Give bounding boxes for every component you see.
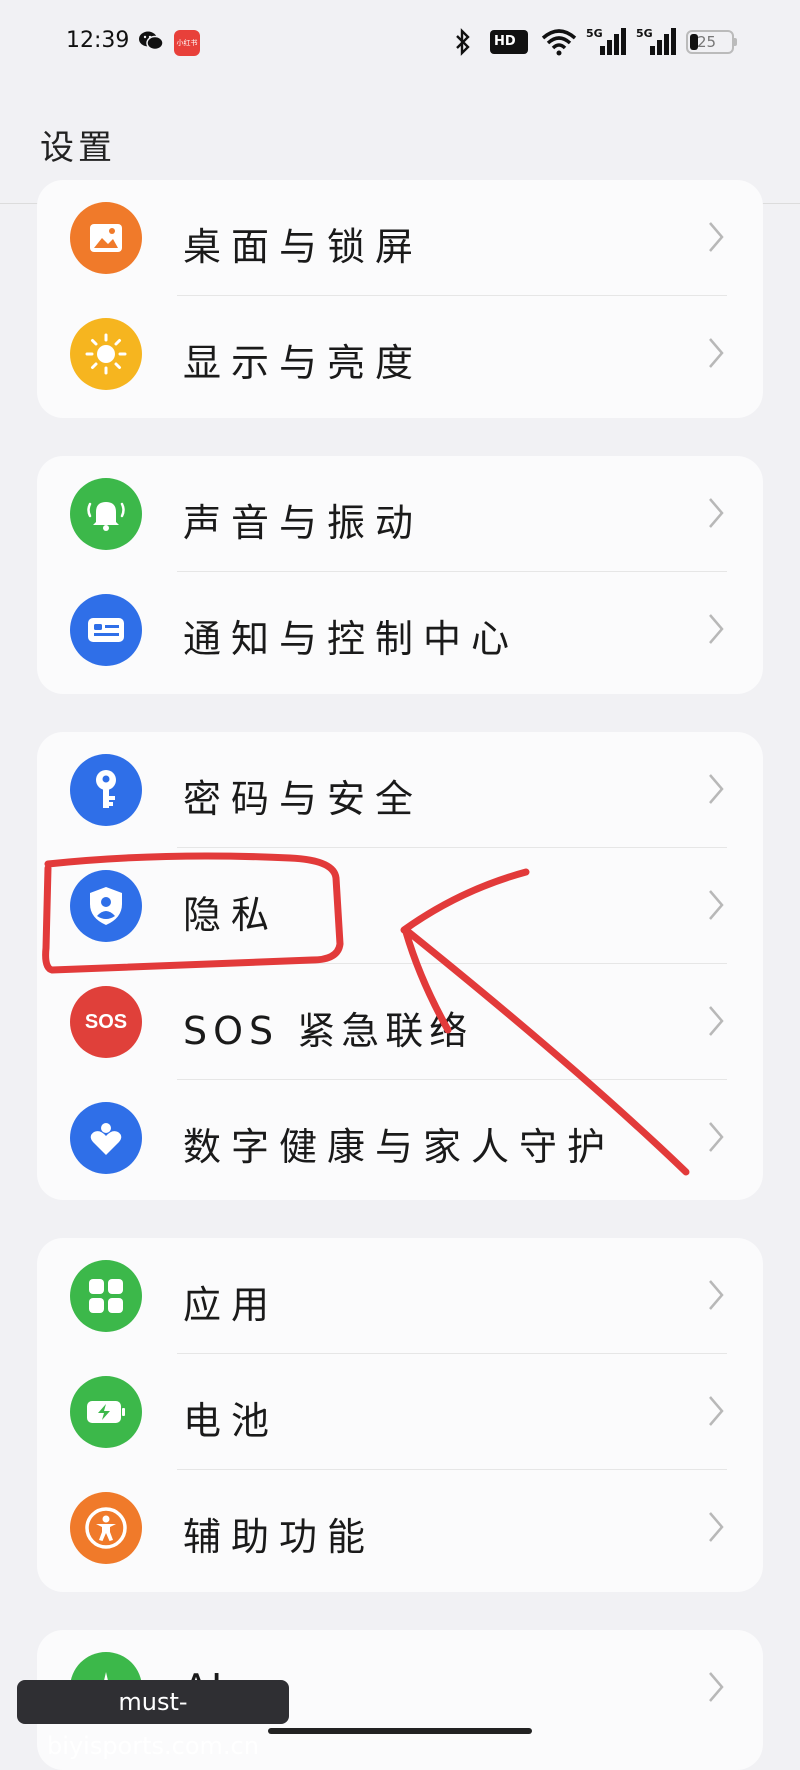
chevron-right-icon (709, 614, 724, 644)
chevron-right-icon (709, 1122, 724, 1152)
xiaohongshu-icon: 小红书 (174, 30, 200, 56)
bluetooth-icon (456, 28, 470, 56)
wifi-icon (541, 29, 577, 56)
item-label: 应用 (183, 1283, 280, 1327)
page-title: 设置 (40, 128, 116, 168)
item-label: 显示与亮度 (183, 341, 424, 385)
accessibility-icon (70, 1492, 142, 1564)
sos-icon-text: SOS (84, 1010, 128, 1033)
wechat-icon (139, 31, 164, 51)
chevron-right-icon (709, 1006, 724, 1036)
signal-5g-icon-2: 5G (636, 27, 676, 55)
settings-item-display[interactable]: 显示与亮度 (37, 296, 763, 412)
item-label: 桌面与锁屏 (183, 225, 424, 269)
chevron-right-icon (709, 498, 724, 528)
annotation-arrow (400, 868, 690, 1176)
chevron-right-icon (709, 338, 724, 368)
annotation-highlight-box (42, 852, 344, 974)
item-label: 密码与安全 (183, 777, 424, 821)
signal-2-label: 5G (636, 27, 653, 40)
notification-icon (70, 594, 142, 666)
chevron-right-icon (709, 1512, 724, 1542)
settings-section-apps: 应用 电池 辅助功能 (37, 1238, 763, 1592)
signal-5g-icon: 5G (586, 27, 626, 55)
home-indicator[interactable] (268, 1728, 532, 1734)
status-bar: 12:39 小红书 HD 5G 5G 25 (0, 0, 800, 90)
battery-icon (70, 1376, 142, 1448)
bell-icon (70, 478, 142, 550)
heart-icon (70, 1102, 142, 1174)
settings-section-sound: 声音与振动 通知与控制中心 (37, 456, 763, 694)
battery-icon: 25 (686, 30, 734, 54)
battery-cap (734, 38, 737, 46)
item-label: 声音与振动 (183, 501, 424, 545)
item-label: 通知与控制中心 (183, 617, 520, 661)
settings-item-battery[interactable]: 电池 (37, 1354, 763, 1470)
settings-item-apps[interactable]: 应用 (37, 1238, 763, 1354)
wallpaper-icon (70, 202, 142, 274)
chevron-right-icon (709, 890, 724, 920)
item-label: 辅助功能 (183, 1515, 376, 1559)
chevron-right-icon (709, 1672, 724, 1702)
chevron-right-icon (709, 222, 724, 252)
chevron-right-icon (709, 774, 724, 804)
signal-1-label: 5G (586, 27, 603, 40)
settings-item-sound[interactable]: 声音与振动 (37, 456, 763, 572)
apps-grid-icon (70, 1260, 142, 1332)
item-label: 电池 (183, 1399, 280, 1443)
settings-item-notifications[interactable]: 通知与控制中心 (37, 572, 763, 688)
sun-icon (70, 318, 142, 390)
chevron-right-icon (709, 1280, 724, 1310)
watermark: must-biyisports.com.cn (17, 1680, 289, 1760)
battery-level: 25 (697, 33, 717, 51)
key-icon (70, 754, 142, 826)
settings-item-wallpaper[interactable]: 桌面与锁屏 (37, 180, 763, 296)
status-time: 12:39 (66, 28, 130, 53)
chevron-right-icon (709, 1396, 724, 1426)
hd-voice-icon: HD (490, 30, 528, 54)
settings-item-password-security[interactable]: 密码与安全 (37, 732, 763, 848)
settings-item-accessibility[interactable]: 辅助功能 (37, 1470, 763, 1586)
settings-section-display: 桌面与锁屏 显示与亮度 (37, 180, 763, 418)
hd-label: HD (494, 34, 516, 49)
sos-icon: SOS (70, 986, 142, 1058)
